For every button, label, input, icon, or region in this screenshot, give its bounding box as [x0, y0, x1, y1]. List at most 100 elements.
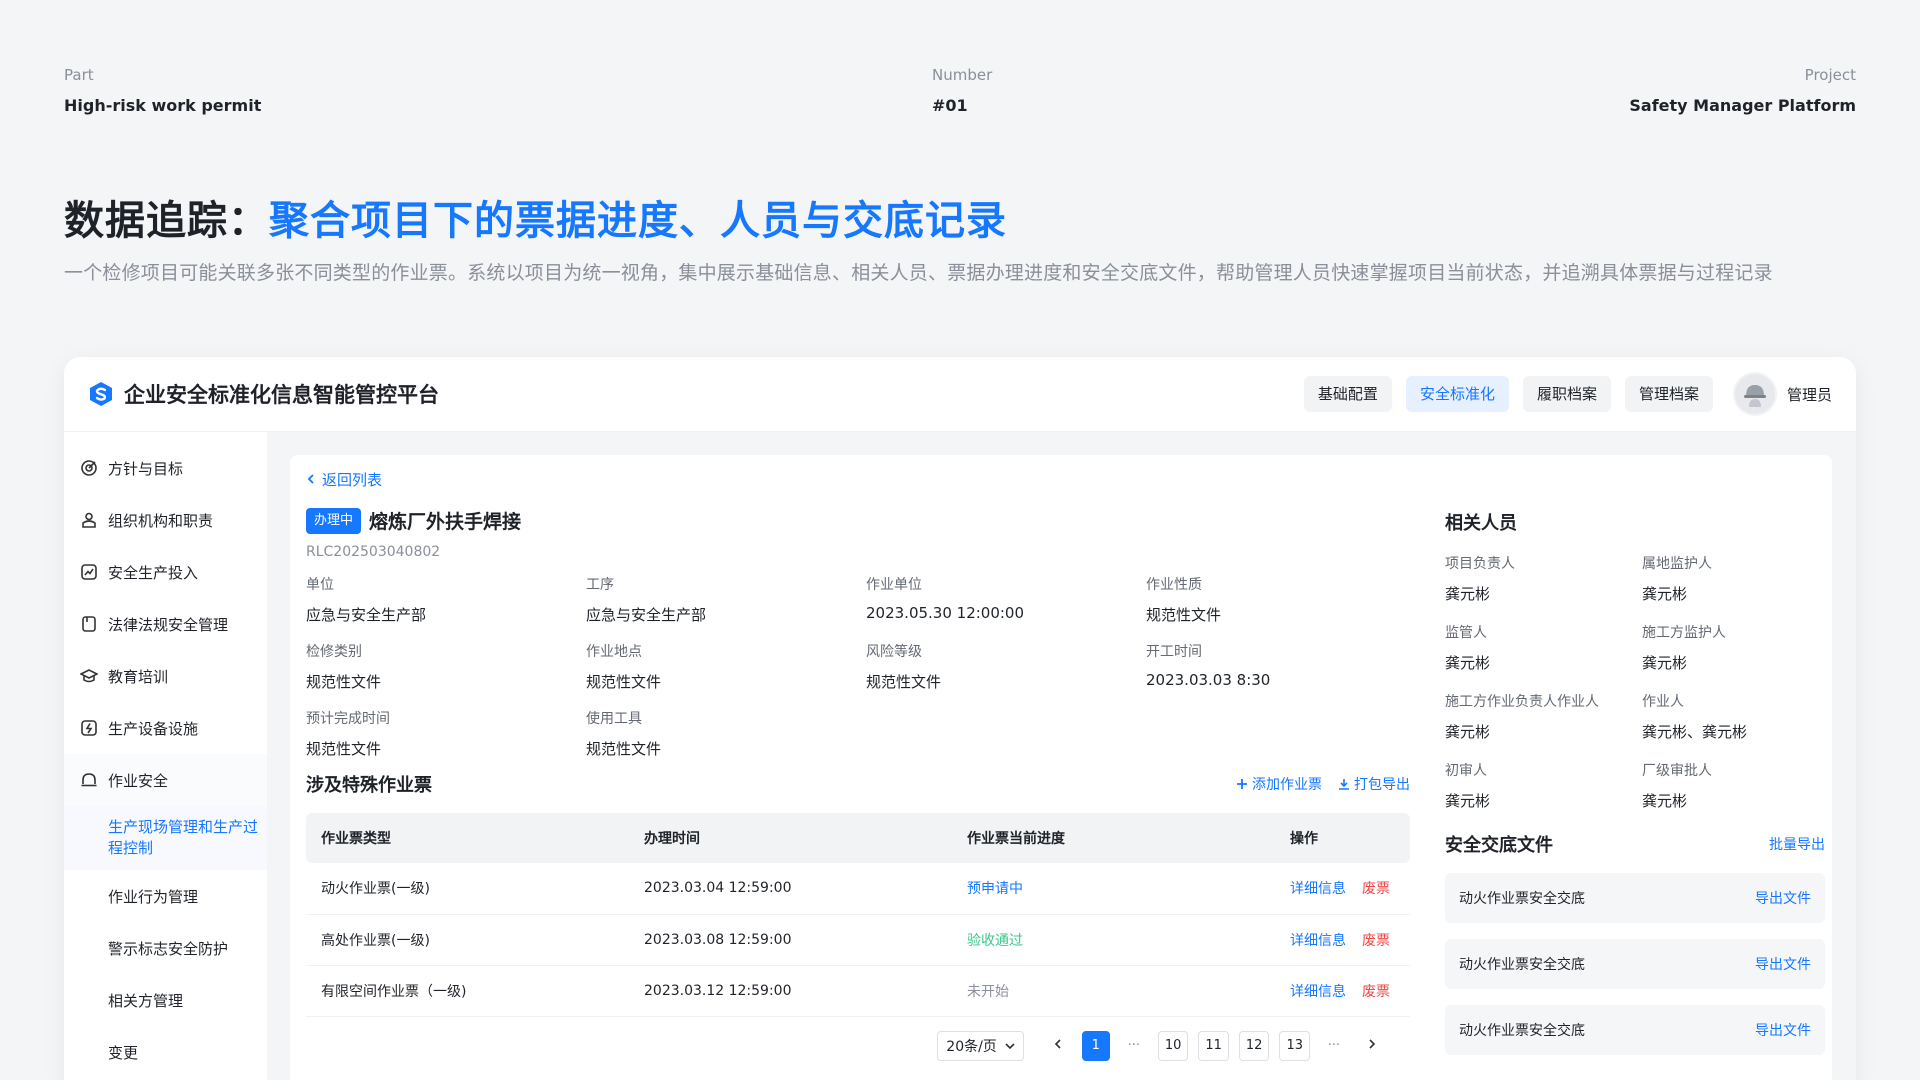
sidebar-subitem-warning-signs[interactable]: 警示标志安全防护: [64, 922, 267, 974]
chart-icon: [81, 564, 97, 580]
sidebar-item-label: 法律法规安全管理: [108, 615, 229, 634]
person-name: 龚元彬: [1642, 585, 1688, 603]
ticket-time: 2023.03.12 12:59:00: [629, 965, 952, 1017]
detail-panel: 返回列表 办理中 熔炼厂外扶手焊接 RLC202503040802 单位 应急与安…: [290, 455, 1832, 1080]
info-value: 2023.05.30 12:00:00: [866, 604, 1025, 622]
info-repair-type: 检修类别 规范性文件: [306, 641, 586, 692]
info-label: 开工时间: [1146, 644, 1202, 660]
export-file-button[interactable]: 导出文件: [1755, 1020, 1811, 1040]
sidebar-item-policy-goals[interactable]: 方针与目标: [64, 442, 267, 494]
info-label: 使用工具: [586, 711, 642, 727]
page-button[interactable]: 1: [1081, 1030, 1110, 1061]
pagination: 20条/页 1 ··· 10 11 12 13 ···: [306, 1030, 1410, 1061]
info-label: 工序: [586, 577, 614, 593]
work-code: RLC202503040802: [306, 544, 441, 560]
file-name: 动火作业票安全交底: [1459, 1023, 1585, 1039]
user-menu[interactable]: 管理员: [1732, 372, 1832, 416]
info-label: 单位: [306, 577, 334, 593]
person-name: 龚元彬: [1445, 792, 1491, 810]
col-progress: 作业票当前进度: [952, 813, 1275, 863]
void-link[interactable]: 废票: [1362, 984, 1390, 1000]
meta-project-label: Project: [1804, 66, 1856, 84]
nav-duty-archive[interactable]: 履职档案: [1522, 376, 1611, 412]
info-label: 作业单位: [866, 577, 922, 593]
add-ticket-button[interactable]: 添加作业票: [1236, 774, 1322, 794]
package-export-button[interactable]: 打包导出: [1338, 774, 1410, 794]
ticket-status: 验收通过: [952, 914, 1275, 966]
person-name: 龚元彬: [1642, 792, 1688, 810]
sidebar-item-label: 作业安全: [108, 771, 169, 790]
person-role: 施工方监护人: [1642, 625, 1726, 641]
person-contractor-guardian: 施工方监护人 龚元彬: [1642, 622, 1825, 673]
avatar[interactable]: [1732, 372, 1777, 416]
page-button[interactable]: 11: [1198, 1030, 1229, 1061]
export-file-button[interactable]: 导出文件: [1755, 888, 1811, 908]
info-location: 作业地点 规范性文件: [586, 641, 866, 692]
void-link[interactable]: 废票: [1362, 881, 1390, 897]
ticket-status: 预申请中: [952, 863, 1275, 915]
info-value: 2023.03.03 8:30: [1146, 671, 1271, 689]
sidebar-subitem-change[interactable]: 变更: [64, 1026, 267, 1078]
page-ellipsis[interactable]: ···: [1120, 1031, 1148, 1061]
target-icon: [81, 460, 97, 476]
nav-management-archive[interactable]: 管理档案: [1624, 376, 1713, 412]
headline: 数据追踪：聚合项目下的票据进度、人员与交底记录: [64, 188, 1007, 246]
meta-part: Part High-risk work permit: [64, 66, 261, 115]
sidebar-item-equipment[interactable]: 生产设备设施: [64, 702, 267, 754]
meta-part-value: High-risk work permit: [64, 96, 262, 115]
sidebar-item-training[interactable]: 教育培训: [64, 650, 267, 702]
next-page-button[interactable]: [1358, 1031, 1386, 1061]
col-ticket-type: 作业票类型: [306, 813, 629, 863]
detail-link[interactable]: 详细信息: [1290, 984, 1346, 1000]
sidebar-subitem-related-party[interactable]: 相关方管理: [64, 974, 267, 1026]
back-to-list-link[interactable]: 返回列表: [306, 469, 1410, 489]
person-name: 龚元彬: [1642, 654, 1688, 672]
page-ellipsis[interactable]: ···: [1320, 1031, 1348, 1061]
void-link[interactable]: 废票: [1362, 933, 1390, 949]
prev-page-button[interactable]: [1044, 1031, 1072, 1061]
export-file-button[interactable]: 导出文件: [1755, 954, 1811, 974]
table-row: 动火作业票(一级) 2023.03.04 12:59:00 预申请中 详细信息废…: [306, 863, 1410, 915]
page-size-select[interactable]: 20条/页: [937, 1030, 1024, 1061]
info-label: 风险等级: [866, 644, 922, 660]
sidebar-subitem-behavior[interactable]: 作业行为管理: [64, 870, 267, 922]
person-role: 作业人: [1642, 694, 1684, 710]
files-section-title: 安全交底文件: [1445, 835, 1553, 856]
detail-link[interactable]: 详细信息: [1290, 933, 1346, 949]
sidebar-item-label: 生产设备设施: [108, 719, 199, 738]
info-risk-level: 风险等级 规范性文件: [866, 641, 1146, 692]
info-unit: 单位 应急与安全生产部: [306, 574, 586, 625]
sidebar: 方针与目标 组织机构和职责 安全生产投入 法律法规安全管理 教育培训 生产设备设…: [64, 432, 267, 1080]
logo-icon: [90, 382, 112, 406]
sidebar-item-regulations[interactable]: 法律法规安全管理: [64, 598, 267, 650]
nav-safety-standard[interactable]: 安全标准化: [1405, 376, 1509, 412]
sidebar-item-organization[interactable]: 组织机构和职责: [64, 494, 267, 546]
person-role: 监管人: [1445, 625, 1487, 641]
person-worker: 作业人龚元彬、龚元彬: [1642, 691, 1825, 742]
back-label: 返回列表: [322, 470, 383, 489]
ticket-time: 2023.03.08 12:59:00: [629, 914, 952, 966]
nav-basic-config[interactable]: 基础配置: [1303, 376, 1392, 412]
person-contractor-lead: 施工方作业负责人作业人 龚元彬: [1445, 691, 1642, 742]
headline-highlight: 聚合项目下的票据进度、人员与交底记录: [269, 198, 1007, 244]
page-button[interactable]: 13: [1279, 1030, 1310, 1061]
meta-project: Project Safety Manager Platform: [1629, 66, 1856, 115]
meta-number-label: Number: [932, 66, 993, 84]
person-project-lead: 项目负责人 龚元彬: [1445, 553, 1642, 604]
app-title: 企业安全标准化信息智能管控平台: [124, 383, 439, 407]
sidebar-subitem-site-management[interactable]: 生产现场管理和生产过程控制: [64, 806, 267, 870]
info-work-nature: 作业性质 规范性文件: [1146, 574, 1426, 625]
sidebar-item-investment[interactable]: 安全生产投入: [64, 546, 267, 598]
detail-link[interactable]: 详细信息: [1290, 881, 1346, 897]
user-name: 管理员: [1786, 385, 1832, 404]
meta-number: Number #01: [932, 66, 992, 115]
batch-export-button[interactable]: 批量导出: [1769, 834, 1825, 854]
table-row: 有限空间作业票（一级) 2023.03.12 12:59:00 未开始 详细信息…: [306, 965, 1410, 1017]
top-nav: 基础配置 安全标准化 履职档案 管理档案 管理员: [1303, 372, 1832, 416]
table-row: 高处作业票(一级) 2023.03.08 12:59:00 验收通过 详细信息废…: [306, 914, 1410, 966]
sidebar-item-work-safety[interactable]: 作业安全: [64, 754, 267, 806]
person-role: 施工方作业负责人作业人: [1445, 694, 1599, 710]
page-button[interactable]: 12: [1238, 1030, 1270, 1061]
page-button[interactable]: 10: [1157, 1030, 1189, 1061]
person-name: 龚元彬、龚元彬: [1642, 723, 1748, 741]
